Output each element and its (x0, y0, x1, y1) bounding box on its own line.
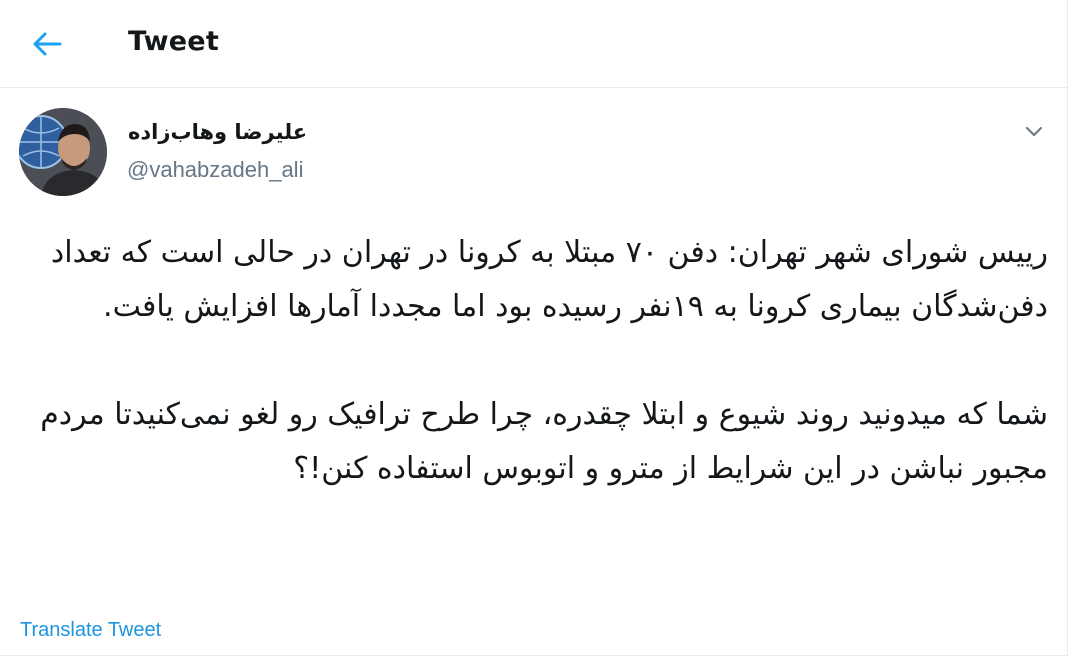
tweet-page: Tweet علیرضا وهاب‌زاده @vahabzadeh_ali ر… (0, 0, 1068, 656)
page-title: Tweet (128, 26, 219, 57)
tweet-paragraph: شما که میدونید روند شیوع و ابتلا چقدره، … (40, 397, 1048, 486)
avatar-image (19, 108, 107, 196)
tweet-paragraph: رییس شورای شهر تهران: دفن ۷۰ مبتلا به کر… (50, 235, 1048, 324)
translate-tweet-link[interactable]: Translate Tweet (20, 619, 161, 642)
arrow-left-icon (33, 32, 62, 56)
author-name[interactable]: علیرضا وهاب‌زاده (128, 120, 307, 144)
chevron-down-icon (1026, 127, 1042, 136)
more-options-button[interactable] (1022, 120, 1046, 144)
page-header: Tweet (0, 0, 1068, 88)
author-handle[interactable]: @vahabzadeh_ali (127, 157, 303, 183)
tweet-text: رییس شورای شهر تهران: دفن ۷۰ مبتلا به کر… (22, 226, 1048, 496)
avatar[interactable] (19, 108, 107, 196)
back-button[interactable] (22, 22, 72, 66)
